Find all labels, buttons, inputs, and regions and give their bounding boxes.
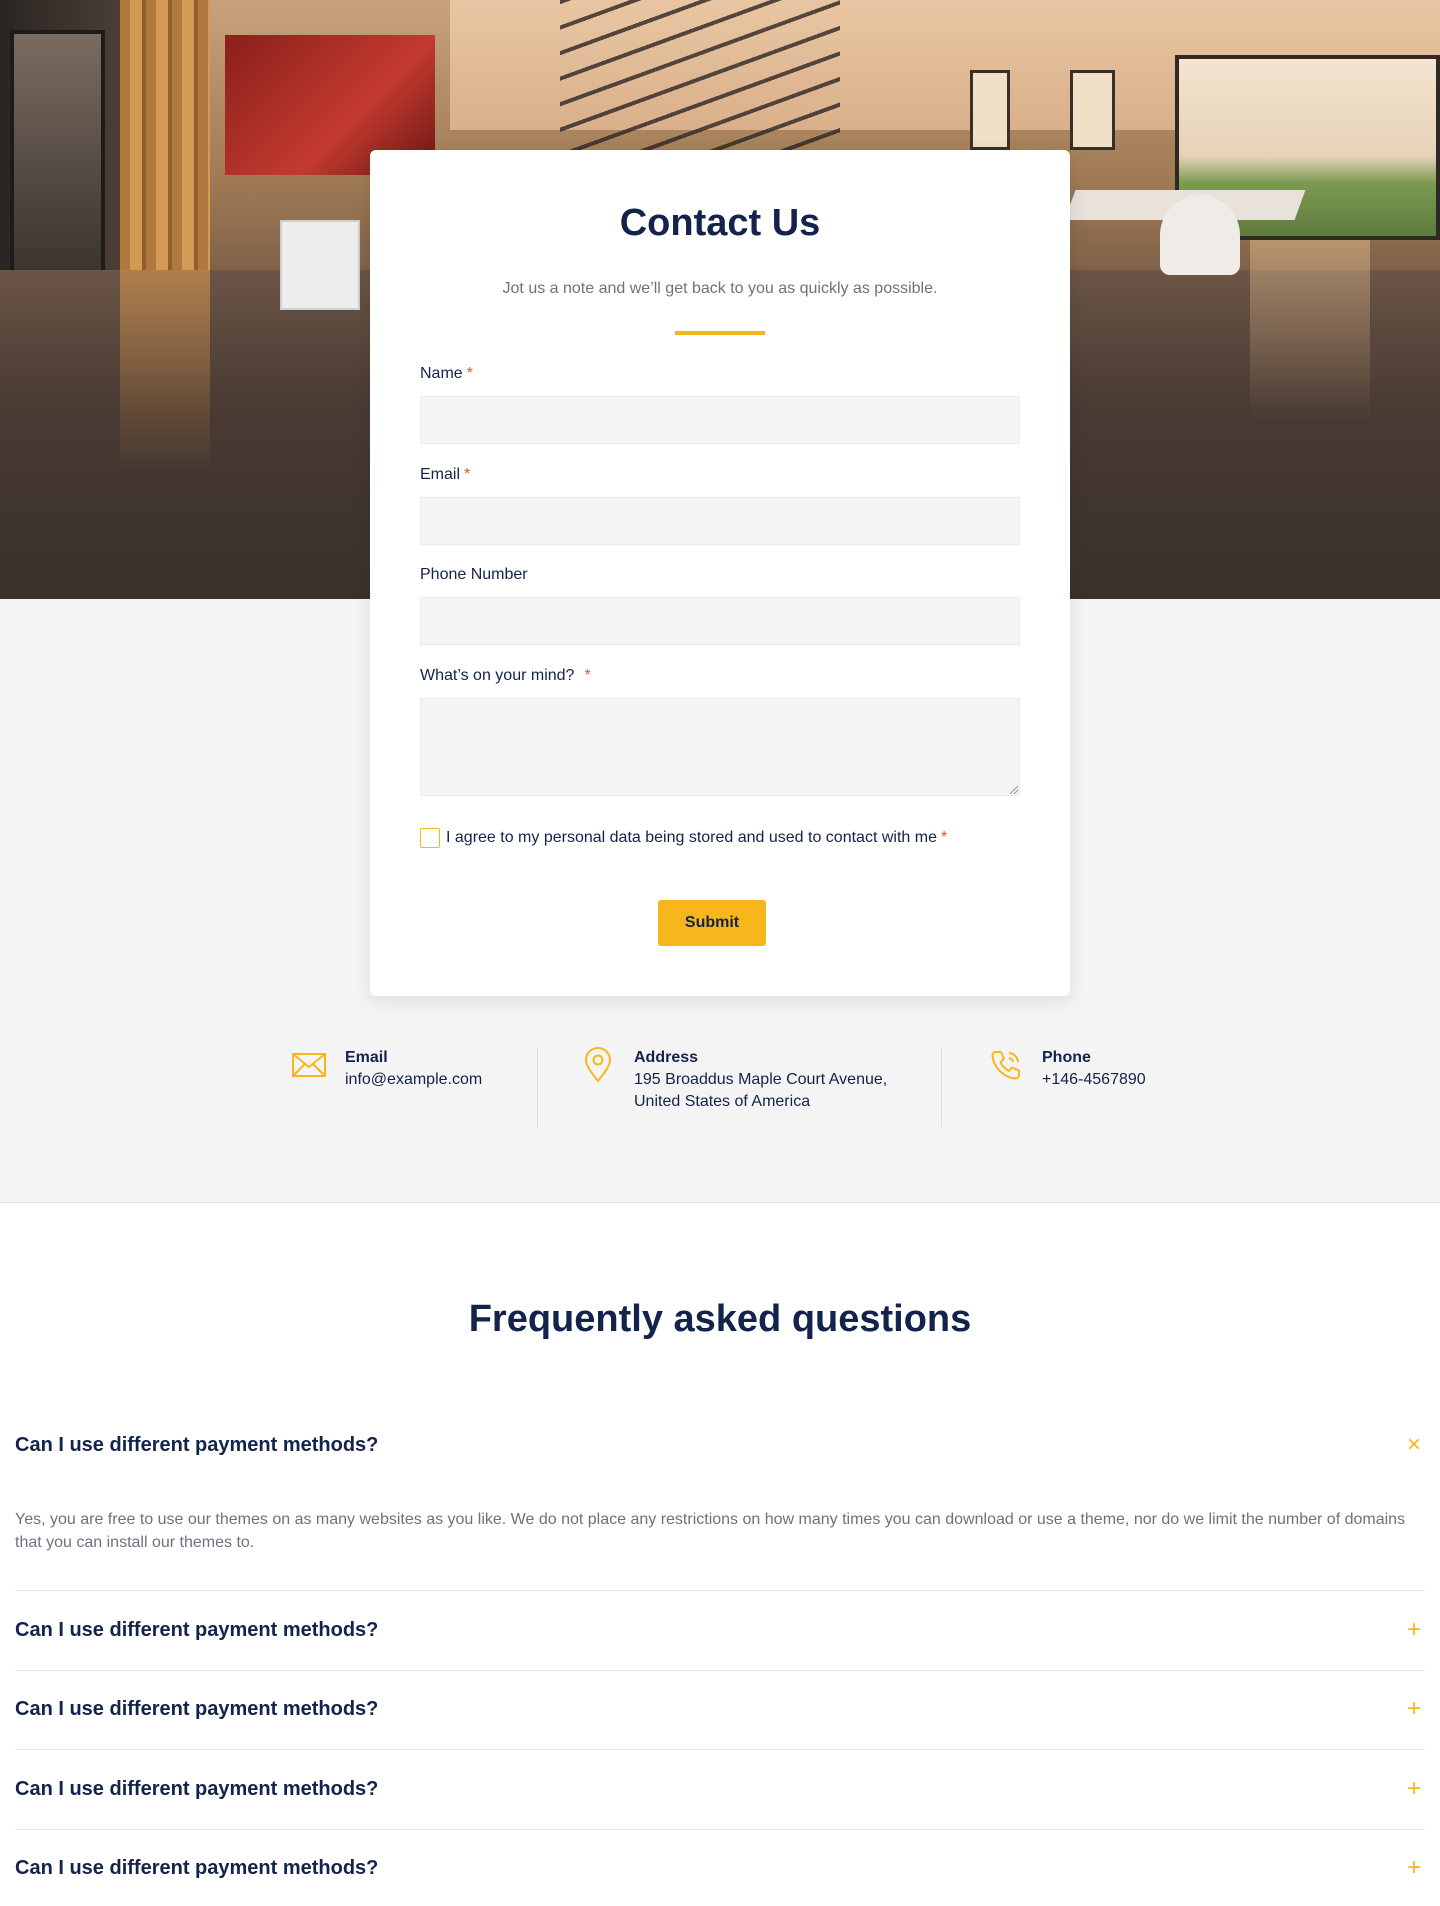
submit-button[interactable]: Submit — [658, 900, 766, 946]
faq-divider — [15, 1829, 1425, 1830]
faq-question[interactable]: Can I use different payment methods? — [15, 1855, 1425, 1881]
phone-field[interactable] — [420, 597, 1020, 645]
close-icon[interactable]: × — [1403, 1433, 1425, 1457]
email-field[interactable] — [420, 497, 1020, 545]
faq-item-1[interactable]: Can I use different payment methods? × — [15, 1432, 1425, 1458]
plus-icon[interactable]: + — [1403, 1697, 1425, 1721]
info-address: Address 195 Broaddus Maple Court Avenue,… — [580, 1047, 887, 1113]
phone-label: Phone Number — [420, 566, 528, 583]
envelope-icon — [292, 1053, 326, 1077]
faq-item-2[interactable]: Can I use different payment methods? + — [15, 1617, 1425, 1643]
info-email: Email info@example.com — [291, 1047, 482, 1091]
consent-checkbox[interactable] — [420, 828, 440, 848]
email-label: Email * — [420, 466, 471, 483]
faq-item-5[interactable]: Can I use different payment methods? + — [15, 1855, 1425, 1881]
info-divider — [941, 1047, 942, 1127]
plus-icon[interactable]: + — [1403, 1618, 1425, 1642]
title-divider — [675, 331, 765, 335]
plus-icon[interactable]: + — [1403, 1777, 1425, 1801]
phone-icon — [991, 1051, 1020, 1080]
resize-handle[interactable] — [1010, 786, 1018, 794]
name-label: Name * — [420, 365, 473, 382]
info-email-value[interactable]: info@example.com — [345, 1069, 482, 1091]
faq-divider — [15, 1590, 1425, 1591]
info-address-line2: United States of America — [634, 1093, 811, 1110]
faq-divider — [15, 1749, 1425, 1750]
info-email-label: Email — [345, 1049, 388, 1066]
contact-subtitle: Jot us a note and we’ll get back to you … — [502, 280, 938, 297]
plus-icon[interactable]: + — [1403, 1856, 1425, 1880]
faq-question[interactable]: Can I use different payment methods? — [15, 1776, 1425, 1802]
faq-title: Frequently asked questions — [468, 1298, 972, 1340]
message-field-wrap — [420, 698, 1020, 796]
faq-question[interactable]: Can I use different payment methods? — [15, 1432, 1425, 1458]
faq-item-4[interactable]: Can I use different payment methods? + — [15, 1776, 1425, 1802]
info-phone-label: Phone — [1042, 1049, 1091, 1066]
info-divider — [537, 1047, 538, 1127]
faq-question[interactable]: Can I use different payment methods? — [15, 1696, 1425, 1722]
info-address-line1: 195 Broaddus Maple Court Avenue, — [634, 1071, 888, 1088]
map-pin-icon — [584, 1047, 612, 1083]
consent-row: I agree to my personal data being stored… — [420, 828, 947, 848]
name-field[interactable] — [420, 396, 1020, 444]
consent-label: I agree to my personal data being stored… — [446, 829, 937, 846]
page-title: Contact Us — [619, 202, 821, 244]
info-phone: Phone +146-4567890 — [988, 1047, 1146, 1091]
contact-form-card: Contact Us Jot us a note and we’ll get b… — [370, 150, 1070, 996]
faq-question[interactable]: Can I use different payment methods? — [15, 1617, 1425, 1643]
faq-answer: Yes, you are free to use our themes on a… — [15, 1511, 1406, 1551]
info-phone-value[interactable]: +146-4567890 — [1042, 1069, 1146, 1091]
message-label: What’s on your mind? * — [420, 667, 591, 684]
faq-item-3[interactable]: Can I use different payment methods? + — [15, 1696, 1425, 1722]
message-field[interactable] — [420, 698, 1020, 796]
info-address-label: Address — [634, 1049, 699, 1066]
faq-divider — [15, 1670, 1425, 1671]
